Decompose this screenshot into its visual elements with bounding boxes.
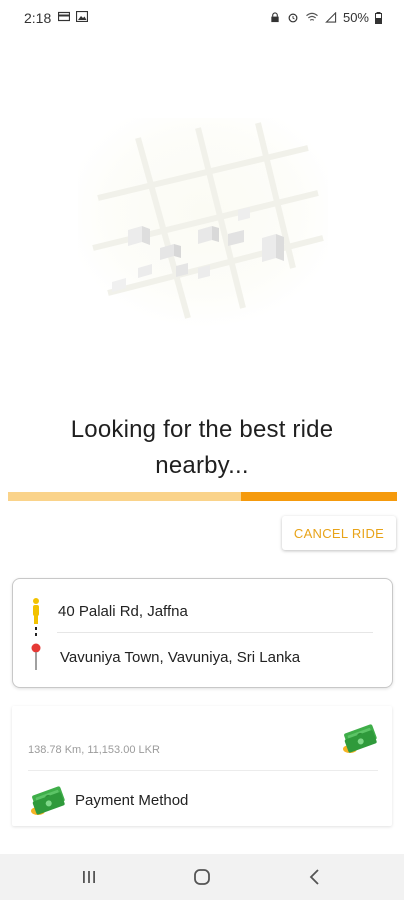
signal-icon bbox=[325, 12, 337, 23]
pickup-address: 40 Palali Rd, Jaffna bbox=[58, 603, 188, 620]
battery-percent: 50% bbox=[342, 10, 369, 25]
payment-method-row[interactable]: Payment Method bbox=[28, 780, 328, 820]
search-status-title: Looking for the best ride nearby... bbox=[0, 412, 404, 484]
cancel-ride-button[interactable]: CANCEL RIDE bbox=[282, 516, 396, 550]
home-icon bbox=[194, 869, 210, 885]
cash-icon bbox=[31, 786, 65, 815]
card-icon bbox=[58, 11, 70, 22]
status-bar: 2:18 50% bbox=[0, 0, 404, 34]
cash-icon bbox=[343, 724, 377, 753]
lock-icon bbox=[271, 12, 279, 23]
image-icon bbox=[76, 11, 88, 22]
destination-pin-icon bbox=[31, 643, 41, 670]
wifi-icon bbox=[306, 12, 318, 21]
battery-icon bbox=[375, 11, 382, 24]
search-progress-fill bbox=[241, 492, 397, 501]
destination-address: Vavuniya Town, Vavuniya, Sri Lanka bbox=[60, 649, 301, 666]
back-button[interactable] bbox=[303, 866, 327, 888]
map-illustration bbox=[78, 118, 328, 328]
system-navigation-bar bbox=[0, 854, 404, 900]
pickup-person-icon bbox=[33, 598, 39, 624]
route-divider bbox=[57, 632, 373, 633]
destination-row[interactable]: Vavuniya Town, Vavuniya, Sri Lanka bbox=[13, 643, 392, 671]
map-illustration-graphic bbox=[78, 118, 328, 328]
fare-card: 138.78 Km, 11,153.00 LKR Payment Method bbox=[12, 706, 392, 826]
fare-summary: 138.78 Km, 11,153.00 LKR bbox=[28, 744, 160, 756]
pickup-row[interactable]: 40 Palali Rd, Jaffna bbox=[13, 597, 392, 625]
fare-divider bbox=[28, 770, 378, 771]
alarm-icon bbox=[288, 13, 298, 23]
route-card: 40 Palali Rd, Jaffna Vavuniya Town, Vavu… bbox=[12, 578, 393, 688]
search-progress-bar bbox=[8, 492, 397, 501]
home-button[interactable] bbox=[190, 866, 214, 888]
status-time: 2:18 bbox=[24, 10, 52, 26]
search-status-title-line1: Looking for the best ride bbox=[70, 416, 334, 443]
payment-method-label: Payment Method bbox=[75, 792, 189, 809]
route-connector bbox=[35, 627, 37, 639]
search-status-title-line2: nearby... bbox=[155, 452, 249, 479]
recent-apps-icon bbox=[83, 871, 95, 883]
recent-apps-button[interactable] bbox=[77, 866, 101, 888]
back-icon bbox=[309, 869, 319, 885]
